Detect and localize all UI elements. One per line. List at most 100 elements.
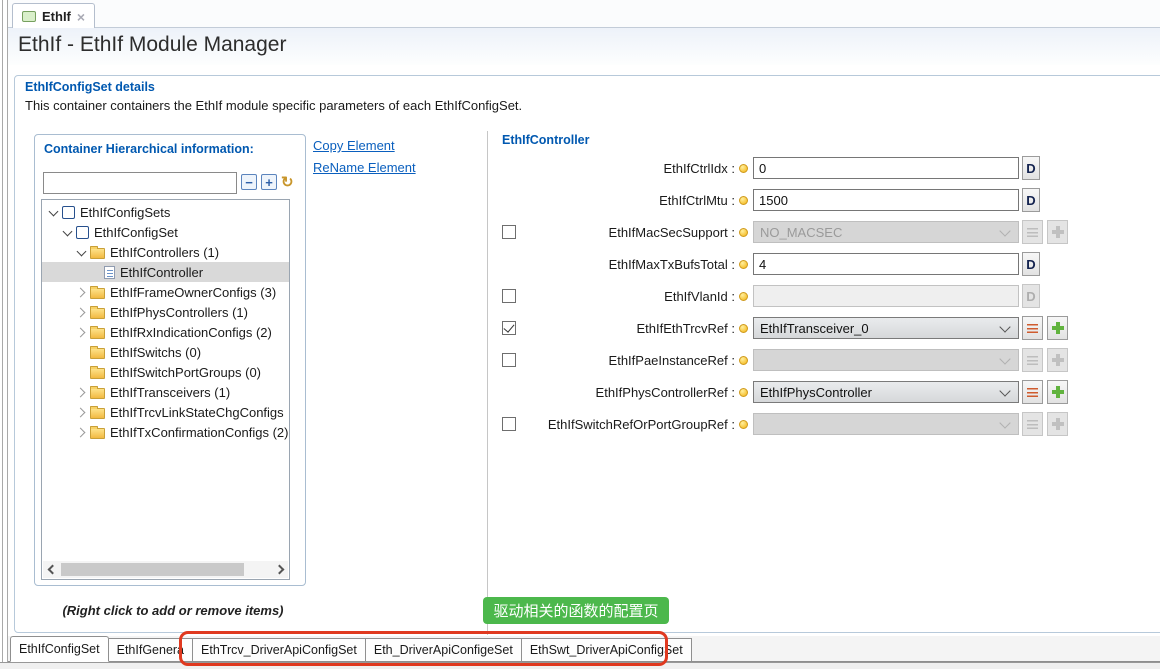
bottom-tab-ethifconfigset[interactable]: EthIfConfigSet <box>10 636 109 662</box>
form-row: EthIfSwitchRefOrPortGroupRef : D <box>502 408 1077 440</box>
expander-icon[interactable] <box>74 425 89 440</box>
refresh-icon[interactable]: ↻ <box>281 173 294 191</box>
hierarchy-panel: Container Hierarchical information: − + … <box>34 134 306 586</box>
expander-icon[interactable] <box>88 265 103 280</box>
bottom-tab-ethswt_driverapiconfigset[interactable]: EthSwt_DriverApiConfigSet <box>522 638 692 661</box>
value-input[interactable] <box>753 157 1019 179</box>
tree-item-label: EthIfConfigSet <box>94 225 178 240</box>
add-button[interactable] <box>1047 220 1068 244</box>
tree-item[interactable]: EthIfFrameOwnerConfigs (3) <box>42 282 289 302</box>
expander-icon[interactable] <box>74 405 89 420</box>
tree-search-input[interactable] <box>43 172 237 194</box>
window-sash[interactable] <box>2 0 8 669</box>
expander-icon[interactable] <box>74 385 89 400</box>
value-input[interactable] <box>753 285 1019 307</box>
scroll-left-icon[interactable] <box>43 561 59 578</box>
value-select[interactable]: NO_MACSEC <box>753 221 1019 243</box>
bottom-tab-eth_driverapiconfigeset[interactable]: Eth_DriverApiConfigeSet <box>366 638 522 661</box>
editor-tab-label: EthIf <box>42 9 71 24</box>
default-value-button[interactable]: D <box>1022 284 1040 308</box>
horizontal-scrollbar[interactable] <box>43 561 288 578</box>
tree-item[interactable]: EthIfTrcvLinkStateChgConfigs <box>42 402 289 422</box>
vertical-separator <box>487 131 488 635</box>
copy-element-link[interactable]: Copy Element <box>313 138 395 153</box>
enable-checkbox[interactable] <box>502 321 516 335</box>
add-button[interactable] <box>1047 412 1068 436</box>
scroll-right-icon[interactable] <box>272 561 288 578</box>
form-row: EthIfCtrlIdx : D <box>502 152 1077 184</box>
group-description: This container containers the EthIf modu… <box>25 98 522 113</box>
form-row: EthIfMaxTxBufsTotal : D <box>502 248 1077 280</box>
expander-icon[interactable] <box>74 305 89 320</box>
plus-icon <box>1052 226 1064 238</box>
enable-checkbox[interactable] <box>502 289 516 303</box>
bulb-icon <box>739 260 748 269</box>
module-file-icon <box>22 11 36 22</box>
default-value-button[interactable]: D <box>1022 252 1040 276</box>
tree-item[interactable]: EthIfSwitchs (0) <box>42 342 289 362</box>
tree-item[interactable]: EthIfSwitchPortGroups (0) <box>42 362 289 382</box>
value-select[interactable]: EthIfPhysController <box>753 381 1019 403</box>
expander-icon[interactable] <box>60 225 75 240</box>
bulb-icon <box>739 228 748 237</box>
tree-item[interactable]: EthIfTransceivers (1) <box>42 382 289 402</box>
form-title: EthIfController <box>502 133 590 147</box>
list-icon <box>1027 388 1038 397</box>
add-button[interactable] <box>1047 380 1068 404</box>
enable-checkbox[interactable] <box>502 225 516 239</box>
tree-item[interactable]: EthIfConfigSet <box>42 222 289 242</box>
list-button[interactable] <box>1022 220 1043 244</box>
bottom-strip <box>0 662 1160 669</box>
expander-icon[interactable] <box>74 325 89 340</box>
field-label: EthIfCtrlIdx : <box>526 161 739 176</box>
rename-element-link[interactable]: ReName Element <box>313 160 416 175</box>
scrollbar-thumb[interactable] <box>61 563 244 576</box>
tree-item[interactable]: EthIfController <box>42 262 289 282</box>
list-icon <box>1027 420 1038 429</box>
default-value-button[interactable]: D <box>1022 188 1040 212</box>
expander-icon[interactable] <box>74 245 89 260</box>
default-value-button[interactable]: D <box>1022 156 1040 180</box>
field-label: EthIfMacSecSupport : <box>526 225 739 240</box>
expander-icon[interactable] <box>74 365 89 380</box>
list-button[interactable] <box>1022 380 1043 404</box>
expander-icon[interactable] <box>74 285 89 300</box>
list-button[interactable] <box>1022 412 1043 436</box>
list-button[interactable] <box>1022 316 1043 340</box>
enable-checkbox[interactable] <box>502 417 516 431</box>
enable-checkbox[interactable] <box>502 353 516 367</box>
list-button[interactable] <box>1022 348 1043 372</box>
tree-item[interactable]: EthIfTxConfirmationConfigs (2) <box>42 422 289 442</box>
editor-tab-ethif[interactable]: EthIf × <box>12 3 95 29</box>
expand-all-icon[interactable]: + <box>261 174 277 190</box>
bottom-tab-ethtrcv_driverapiconfigset[interactable]: EthTrcv_DriverApiConfigSet <box>193 638 366 661</box>
tree-item[interactable]: EthIfControllers (1) <box>42 242 289 262</box>
bottom-tab-ethifgenera[interactable]: EthIfGenera <box>109 638 193 661</box>
chevron-down-icon <box>999 385 1010 396</box>
form-row: EthIfVlanId : D <box>502 280 1077 312</box>
collapse-all-icon[interactable]: − <box>241 174 257 190</box>
close-icon[interactable]: × <box>77 10 85 24</box>
expander-icon[interactable] <box>74 345 89 360</box>
tree-item[interactable]: EthIfRxIndicationConfigs (2) <box>42 322 289 342</box>
bulb-icon <box>739 420 748 429</box>
editor-tabstrip: EthIf × <box>8 0 1160 28</box>
value-select[interactable] <box>753 349 1019 371</box>
doc-icon <box>104 266 115 279</box>
add-button[interactable] <box>1047 348 1068 372</box>
field-label: EthIfPhysControllerRef : <box>526 385 739 400</box>
form-row: EthIfPaeInstanceRef : D <box>502 344 1077 376</box>
expander-icon[interactable] <box>46 205 61 220</box>
tree-item-label: EthIfFrameOwnerConfigs (3) <box>110 285 276 300</box>
folder-icon <box>90 248 105 259</box>
tree-item[interactable]: EthIfConfigSets <box>42 202 289 222</box>
value-input[interactable] <box>753 253 1019 275</box>
value-input[interactable] <box>753 189 1019 211</box>
list-icon <box>1027 356 1038 365</box>
plus-icon <box>1052 386 1064 398</box>
value-select[interactable] <box>753 413 1019 435</box>
add-button[interactable] <box>1047 316 1068 340</box>
value-select[interactable]: EthIfTransceiver_0 <box>753 317 1019 339</box>
tree-item[interactable]: EthIfPhysControllers (1) <box>42 302 289 322</box>
tree-item-label: EthIfTransceivers (1) <box>110 385 230 400</box>
